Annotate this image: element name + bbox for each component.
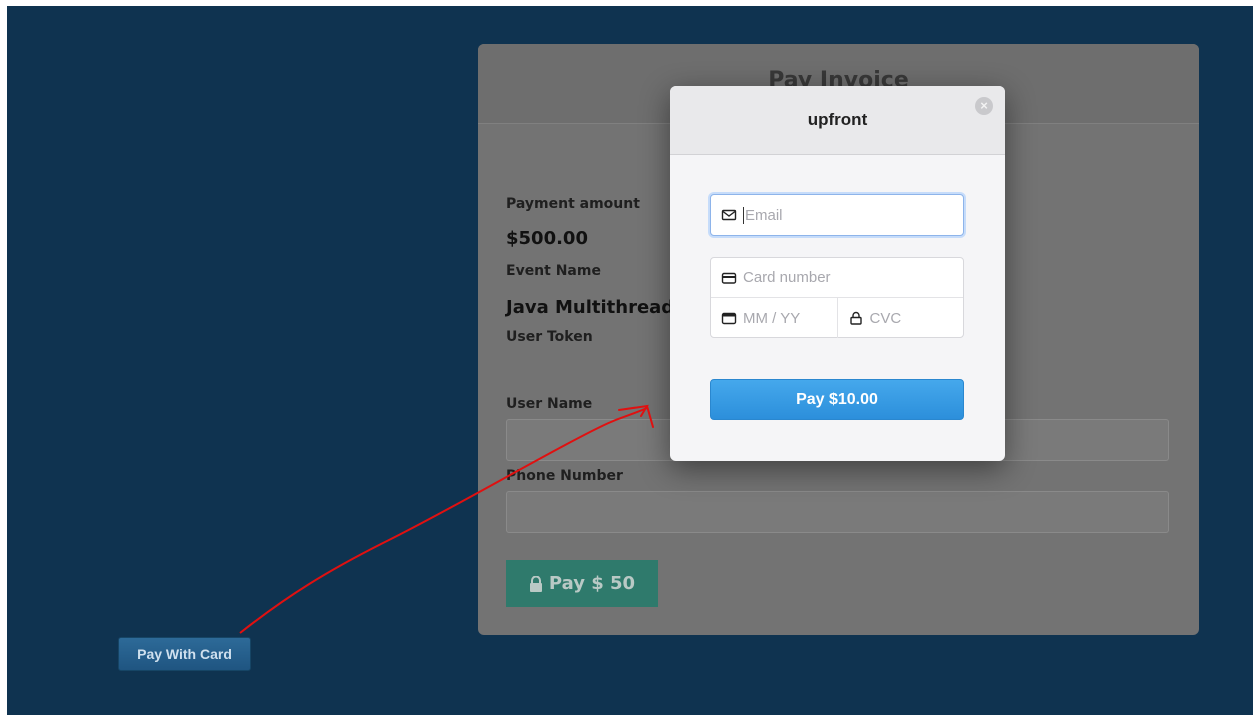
phone-number-input[interactable]	[506, 491, 1169, 533]
email-input[interactable]: Email	[710, 194, 964, 236]
lock-icon	[849, 311, 862, 325]
expiry-placeholder: MM / YY	[743, 309, 801, 327]
payment-amount-value: $500.00	[506, 228, 588, 249]
payment-amount-label: Payment amount	[506, 196, 640, 212]
pay-invoice-label: Pay $ 50	[548, 573, 636, 594]
expiry-input[interactable]: MM / YY	[711, 298, 837, 338]
page-background: Pay Invoice Payment amount $500.00 Event…	[7, 6, 1253, 715]
cvc-placeholder: CVC	[869, 309, 902, 327]
calendar-icon	[721, 312, 737, 325]
card-number-placeholder: Card number	[743, 269, 831, 286]
lock-icon	[529, 575, 542, 592]
user-token-label: User Token	[506, 329, 593, 345]
phone-number-label: Phone Number	[506, 468, 623, 484]
pay-invoice-button[interactable]: Pay $ 50	[506, 560, 658, 607]
modal-header: upfront ×	[670, 86, 1005, 155]
envelope-icon	[721, 209, 737, 221]
stripe-pay-button[interactable]: Pay $10.00	[710, 379, 964, 420]
card-number-input[interactable]: Card number	[711, 258, 963, 298]
checkout-modal: upfront × Email Card number MM / YY CVC …	[670, 86, 1005, 461]
credit-card-icon	[721, 272, 737, 284]
close-icon[interactable]: ×	[975, 97, 993, 115]
pay-with-card-button[interactable]: Pay With Card	[118, 637, 251, 671]
email-placeholder: Email	[745, 206, 783, 224]
event-name-label: Event Name	[506, 263, 601, 279]
card-details-group: Card number MM / YY CVC	[710, 257, 964, 338]
text-caret	[743, 206, 744, 224]
modal-title: upfront	[807, 110, 868, 129]
user-name-label: User Name	[506, 396, 593, 412]
cvc-input[interactable]: CVC	[836, 298, 964, 338]
